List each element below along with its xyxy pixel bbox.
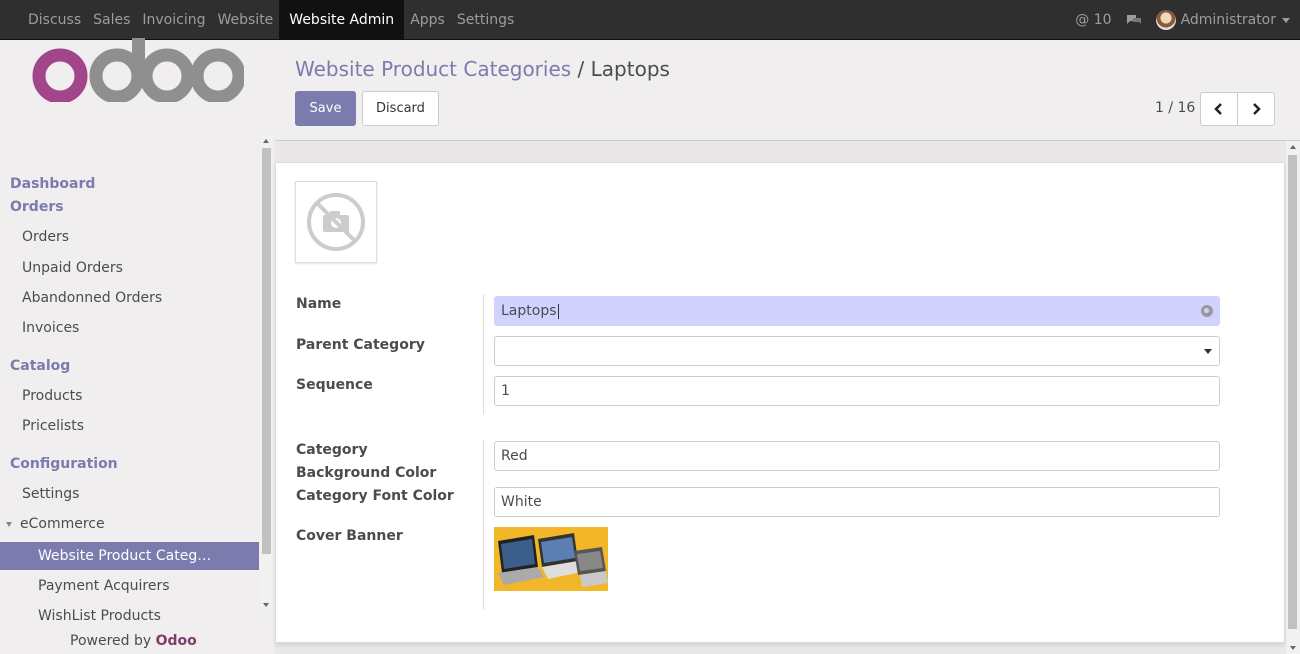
pager-next-button[interactable] xyxy=(1237,92,1275,126)
cover-banner-image[interactable] xyxy=(494,527,608,591)
sidebar-item-ecommerce[interactable]: eCommerce xyxy=(6,516,105,532)
name-input-value: Laptops xyxy=(501,303,557,319)
laptops-photo xyxy=(494,527,608,591)
menu-settings[interactable]: Settings xyxy=(451,0,520,40)
sidebar-header-configuration[interactable]: Configuration xyxy=(10,456,118,472)
menu-discuss[interactable]: Discuss xyxy=(22,0,87,40)
menu-invoicing[interactable]: Invoicing xyxy=(136,0,211,40)
odoo-logo xyxy=(32,38,244,102)
chat-icon[interactable] xyxy=(1126,13,1142,27)
discard-button[interactable]: Discard xyxy=(362,91,439,126)
powered-by: Powered by Odoo xyxy=(70,633,197,649)
no-camera-icon xyxy=(307,193,365,251)
breadcrumb: Website Product Categories / Laptops xyxy=(295,57,670,81)
chevron-right-icon xyxy=(1253,103,1261,115)
category-bg-color-label-line2: Background Color xyxy=(296,465,437,481)
sidebar-item-settings[interactable]: Settings xyxy=(22,486,79,502)
chevron-left-icon xyxy=(1214,103,1222,115)
category-font-color-label: Category Font Color xyxy=(296,488,454,504)
content-scrollbar[interactable] xyxy=(1286,141,1300,654)
text-cursor xyxy=(557,303,559,319)
notifications-button[interactable]: @ 10 xyxy=(1075,12,1111,28)
breadcrumb-parent-link[interactable]: Website Product Categories xyxy=(295,57,571,81)
globe-translate-icon[interactable] xyxy=(1201,305,1213,317)
sidebar-header-orders[interactable]: Orders xyxy=(10,199,64,215)
chat-bubbles-icon xyxy=(1126,15,1141,24)
sidebar-item-products[interactable]: Products xyxy=(22,388,82,404)
sidebar-item-payment-acquirers[interactable]: Payment Acquirers xyxy=(38,578,170,594)
parent-category-select[interactable] xyxy=(494,336,1220,366)
breadcrumb-current: Laptops xyxy=(590,57,670,81)
sidebar-item-dashboard[interactable]: Dashboard xyxy=(10,176,95,192)
menu-website[interactable]: Website xyxy=(211,0,279,40)
menu-sales[interactable]: Sales xyxy=(87,0,136,40)
category-bg-color-label-line1: Category xyxy=(296,442,368,458)
sidebar-item-orders[interactable]: Orders xyxy=(22,229,69,245)
pager-value[interactable]: 1 / 16 xyxy=(1155,100,1195,116)
caret-down-icon xyxy=(1282,17,1290,23)
breadcrumb-separator: / xyxy=(571,57,591,81)
sequence-label: Sequence xyxy=(296,377,373,393)
name-input[interactable]: Laptops xyxy=(494,296,1220,326)
sequence-input[interactable]: 1 xyxy=(494,376,1220,406)
sidebar-item-website-product-categories[interactable]: Website Product Categ… xyxy=(0,542,259,570)
save-button[interactable]: Save xyxy=(295,91,356,126)
sidebar-item-ecommerce-label: eCommerce xyxy=(20,516,105,532)
app-menu: Discuss Sales Invoicing Website Website … xyxy=(22,0,520,40)
parent-category-label: Parent Category xyxy=(296,337,425,353)
scroll-up-arrow-icon[interactable] xyxy=(1290,145,1296,149)
collapse-triangle-icon xyxy=(6,521,12,527)
top-navbar: Discuss Sales Invoicing Website Website … xyxy=(0,0,1300,40)
group-divider xyxy=(483,440,484,610)
systray: @ 10 Administrator xyxy=(1061,0,1290,40)
powered-by-brand[interactable]: Odoo xyxy=(156,633,197,649)
sidebar-item-unpaid-orders[interactable]: Unpaid Orders xyxy=(22,260,123,276)
cover-banner-label: Cover Banner xyxy=(296,528,403,544)
user-name: Administrator xyxy=(1180,12,1276,28)
group-divider xyxy=(483,294,484,414)
category-font-color-input[interactable]: White xyxy=(494,487,1220,517)
scroll-down-arrow-icon[interactable] xyxy=(1290,646,1296,650)
category-image-placeholder[interactable] xyxy=(295,181,377,263)
name-label: Name xyxy=(296,296,342,312)
sidebar-header-catalog[interactable]: Catalog xyxy=(10,358,70,374)
chevron-down-icon[interactable] xyxy=(1204,349,1212,354)
content-scroll-thumb[interactable] xyxy=(1288,155,1297,629)
sidebar-scrollbar[interactable] xyxy=(261,136,272,610)
category-bg-color-input[interactable]: Red xyxy=(494,441,1220,471)
sidebar-item-wishlist-products[interactable]: WishList Products xyxy=(38,608,161,624)
sidebar-scroll-thumb[interactable] xyxy=(262,148,271,554)
sidebar-item-pricelists[interactable]: Pricelists xyxy=(22,418,84,434)
menu-website-admin[interactable]: Website Admin xyxy=(279,0,405,40)
scroll-up-arrow-icon[interactable] xyxy=(263,139,269,143)
scroll-down-arrow-icon[interactable] xyxy=(263,603,269,607)
sidebar-item-invoices[interactable]: Invoices xyxy=(22,320,79,336)
notifications-count: @ 10 xyxy=(1075,12,1112,28)
avatar xyxy=(1155,10,1176,30)
user-menu[interactable]: Administrator xyxy=(1155,10,1290,30)
menu-apps[interactable]: Apps xyxy=(404,0,451,40)
pager-previous-button[interactable] xyxy=(1200,92,1238,126)
sidebar-item-abandoned-orders[interactable]: Abandonned Orders xyxy=(22,290,162,306)
powered-by-prefix: Powered by xyxy=(70,633,156,649)
